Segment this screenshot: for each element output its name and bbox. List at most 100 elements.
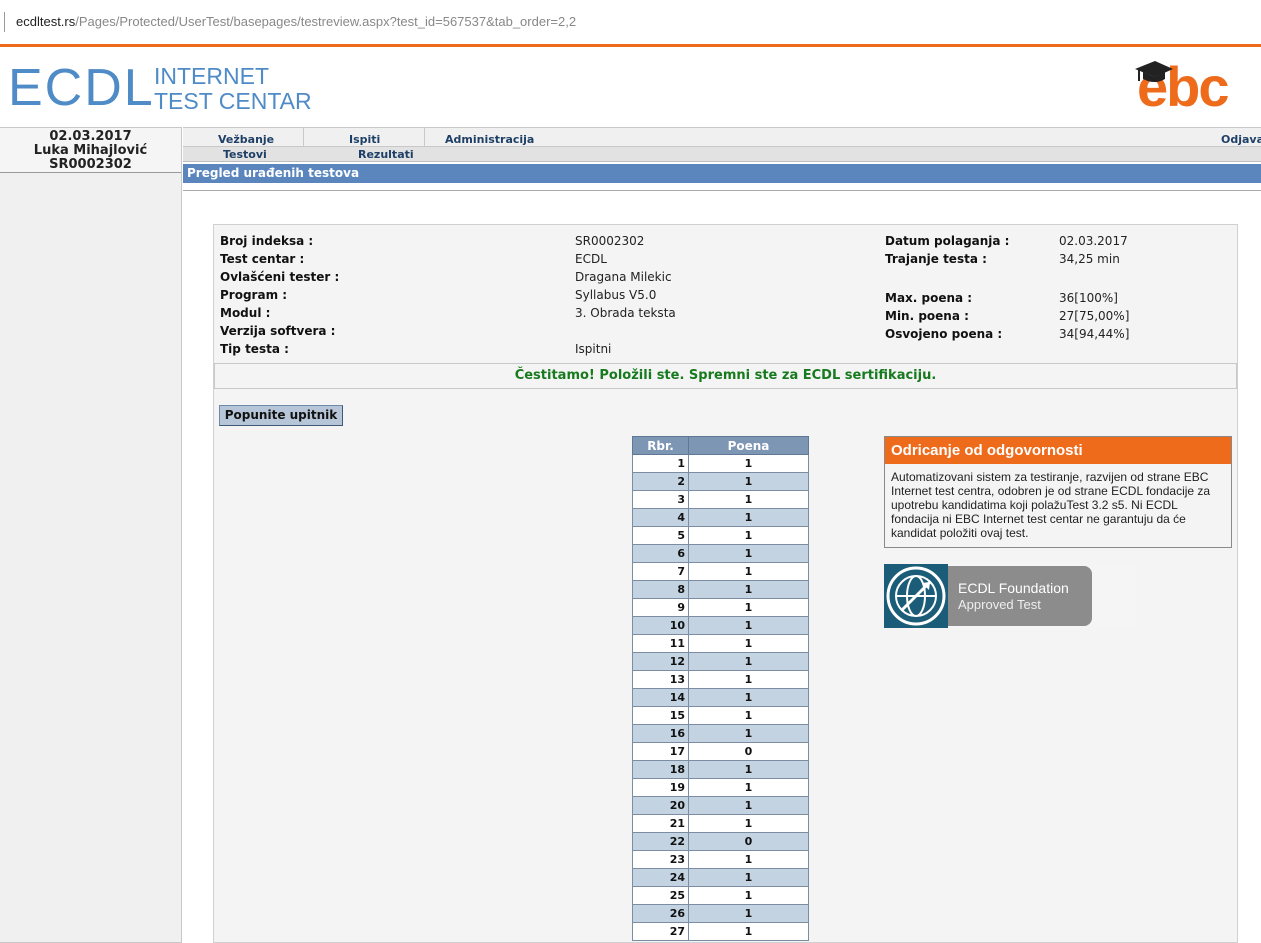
menu-item-administracija[interactable]: Administracija	[445, 133, 534, 146]
table-row: 24 1	[632, 868, 809, 887]
row-number: 26	[632, 904, 689, 923]
row-number: 12	[632, 652, 689, 671]
row-points: 1	[688, 526, 809, 545]
value-trajanje-testa: 34,25 min	[1059, 252, 1120, 266]
table-row: 14 1	[632, 688, 809, 707]
row-points: 1	[688, 616, 809, 635]
user-info: 02.03.2017 Luka Mihajlović SR0002302	[0, 128, 181, 173]
ecdl-logo-big: ECDL	[8, 59, 155, 117]
main-menu: Vežbanje Ispiti Administracija Odjava Te…	[183, 127, 1261, 162]
table-row: 61	[632, 544, 809, 563]
header-divider	[0, 44, 1261, 47]
row-number: 11	[632, 634, 689, 653]
url-text[interactable]: ecdltest.rs/Pages/Protected/UserTest/bas…	[16, 14, 576, 29]
table-row: 19 1	[632, 778, 809, 797]
menu-item-vezbanje[interactable]: Vežbanje	[218, 133, 274, 146]
table-row: 22 0	[632, 832, 809, 851]
row-number: 3	[632, 490, 689, 509]
table-row: 21	[632, 472, 809, 491]
results-table: Rbr. Poena 1 1 2 1 3 1 4 1 5 1 6 1 7 1 8 1 9 1 10 1 11 1 12 1 13…	[632, 436, 809, 941]
row-points: 1	[688, 472, 809, 491]
menu-sub-row: Testovi Rezultati	[183, 146, 1261, 162]
disclaimer-text: Automatizovani sistem za testiranje, raz…	[891, 470, 1211, 540]
table-row: 20 1	[632, 796, 809, 815]
row-points: 1	[688, 544, 809, 563]
badge-line2: Approved Test	[958, 597, 1041, 612]
row-number: 21	[632, 814, 689, 833]
row-points: 1	[688, 508, 809, 527]
header-rbr: Rbr.	[632, 436, 689, 455]
label-ovlasceni-tester: Ovlašćeni tester :	[220, 270, 340, 284]
label-verzija-softvera: Verzija softvera :	[220, 324, 336, 338]
value-osvojeno-poena: 34[94,44%]	[1059, 327, 1130, 341]
row-number: 16	[632, 724, 689, 743]
row-number: 10	[632, 616, 689, 635]
header-poena: Poena	[688, 436, 809, 455]
value-tip-testa: Ispitni	[575, 342, 612, 356]
table-row: 21 1	[632, 814, 809, 833]
user-id: SR0002302	[49, 157, 132, 172]
submenu-item-testovi[interactable]: Testovi	[223, 148, 267, 161]
table-header-row: Rbr. Poena	[632, 436, 809, 455]
row-points: 1	[688, 760, 809, 779]
row-points: 1	[688, 598, 809, 617]
label-program: Program :	[220, 288, 288, 302]
row-points: 1	[688, 454, 809, 473]
value-broj-indeksa: SR0002302	[575, 234, 645, 248]
label-trajanje-testa: Trajanje testa :	[885, 252, 987, 266]
label-modul: Modul :	[220, 306, 271, 320]
row-points: 1	[688, 562, 809, 581]
label-datum-polaganja: Datum polaganja :	[885, 234, 1010, 248]
label-osvojeno-poena: Osvojeno poena :	[885, 327, 1003, 341]
row-points: 1	[688, 652, 809, 671]
row-number: 27	[632, 922, 689, 941]
menu-item-ispiti[interactable]: Ispiti	[349, 133, 380, 146]
table-row: 71	[632, 562, 809, 581]
row-points: 1	[688, 904, 809, 923]
menu-separator	[424, 128, 425, 147]
row-number: 5	[632, 526, 689, 545]
left-panel: 02.03.2017 Luka Mihajlović SR0002302	[0, 127, 182, 943]
row-number: 7	[632, 562, 689, 581]
table-row: 18 1	[632, 760, 809, 779]
address-bar-caret	[4, 12, 5, 32]
table-row: 31	[632, 490, 809, 509]
row-number: 22	[632, 832, 689, 851]
ebc-logo[interactable]: ebc	[1133, 57, 1261, 117]
row-number: 19	[632, 778, 689, 797]
row-points: 1	[688, 724, 809, 743]
logout-link[interactable]: Odjava	[1221, 133, 1261, 146]
table-row: 51	[632, 526, 809, 545]
row-points: 0	[688, 832, 809, 851]
table-row: 81	[632, 580, 809, 599]
table-row: 91	[632, 598, 809, 617]
table-row: 17 0	[632, 742, 809, 761]
value-modul: 3. Obrada teksta	[575, 306, 676, 320]
title-divider	[183, 190, 1261, 191]
fill-survey-button[interactable]: Popunite upitnik	[219, 405, 343, 426]
menu-separator	[303, 128, 304, 147]
congrats-message: Čestitamo! Položili ste. Spremni ste za …	[214, 363, 1237, 389]
table-row: 27 1	[632, 922, 809, 941]
table-row: 11	[632, 454, 809, 473]
row-points: 1	[688, 868, 809, 887]
row-number: 17	[632, 742, 689, 761]
badge-label-panel: ECDL Foundation Approved Test	[948, 566, 1092, 626]
table-row: 15 1	[632, 706, 809, 725]
label-broj-indeksa: Broj indeksa :	[220, 234, 314, 248]
ecdl-logo-line2: TEST CENTAR	[154, 88, 312, 114]
value-max-poena: 36[100%]	[1059, 291, 1118, 305]
row-number: 20	[632, 796, 689, 815]
row-points: 1	[688, 634, 809, 653]
table-row: 26 1	[632, 904, 809, 923]
user-date: 02.03.2017	[49, 129, 132, 144]
value-program: Syllabus V5.0	[575, 288, 657, 302]
value-min-poena: 27[75,00%]	[1059, 309, 1130, 323]
address-bar[interactable]: ecdltest.rs/Pages/Protected/UserTest/bas…	[0, 0, 1261, 44]
url-host: ecdltest.rs	[16, 14, 76, 29]
label-min-poena: Min. poena :	[885, 309, 969, 323]
ecdl-globe-logo	[884, 564, 948, 628]
submenu-item-rezultati[interactable]: Rezultati	[358, 148, 414, 161]
table-row: 25 1	[632, 886, 809, 905]
label-max-poena: Max. poena :	[885, 291, 973, 305]
